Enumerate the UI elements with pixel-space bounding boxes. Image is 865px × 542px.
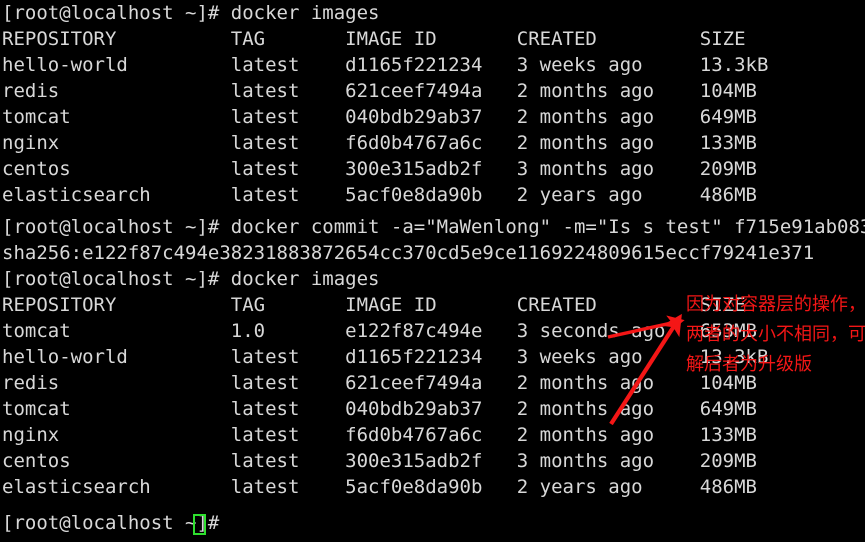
- terminal-line: elasticsearch latest 5acf0e8da90b 2 year…: [2, 476, 757, 498]
- terminal-line: redis latest 621ceef7494a 2 months ago 1…: [2, 80, 757, 102]
- terminal-line: hello-world latest d1165f221234 3 weeks …: [2, 346, 769, 368]
- terminal-line: tomcat latest 040bdb29ab37 2 months ago …: [2, 398, 757, 420]
- terminal-line: centos latest 300e315adb2f 3 months ago …: [2, 158, 757, 180]
- terminal-cursor: [193, 514, 206, 535]
- terminal-line: redis latest 621ceef7494a 2 months ago 1…: [2, 372, 757, 394]
- terminal-line: tomcat latest 040bdb29ab37 2 months ago …: [2, 106, 757, 128]
- terminal-window: [root@localhost ~]# docker images REPOSI…: [0, 0, 865, 542]
- annotation-text-line-2: 两者的大小不相同，可理: [686, 324, 865, 345]
- terminal-line: REPOSITORY TAG IMAGE ID CREATED SIZE: [2, 28, 746, 50]
- terminal-line: hello-world latest d1165f221234 3 weeks …: [2, 54, 769, 76]
- terminal-line: REPOSITORY TAG IMAGE ID CREATED SIZE: [2, 294, 746, 316]
- terminal-screen[interactable]: [root@localhost ~]# docker images REPOSI…: [0, 0, 865, 542]
- terminal-line-command: [root@localhost ~]# docker commit -a="Ma…: [2, 216, 865, 238]
- terminal-line: tomcat 1.0 e122f87c494e 3 seconds ago 65…: [2, 320, 757, 342]
- terminal-line: [root@localhost ~]# docker images: [2, 2, 380, 24]
- terminal-line: centos latest 300e315adb2f 3 months ago …: [2, 450, 757, 472]
- terminal-line: nginx latest f6d0b4767a6c 2 months ago 1…: [2, 424, 757, 446]
- terminal-line: nginx latest f6d0b4767a6c 2 months ago 1…: [2, 132, 757, 154]
- terminal-line: elasticsearch latest 5acf0e8da90b 2 year…: [2, 184, 757, 206]
- terminal-line-digest: sha256:e122f87c494e38231883872654cc370cd…: [2, 242, 815, 264]
- terminal-line: [root@localhost ~]# docker images: [2, 268, 380, 290]
- annotation-text-line-3: 解后者为升级版: [686, 354, 812, 375]
- annotation-text-line-1: 因为对容器层的操作，使: [686, 294, 865, 315]
